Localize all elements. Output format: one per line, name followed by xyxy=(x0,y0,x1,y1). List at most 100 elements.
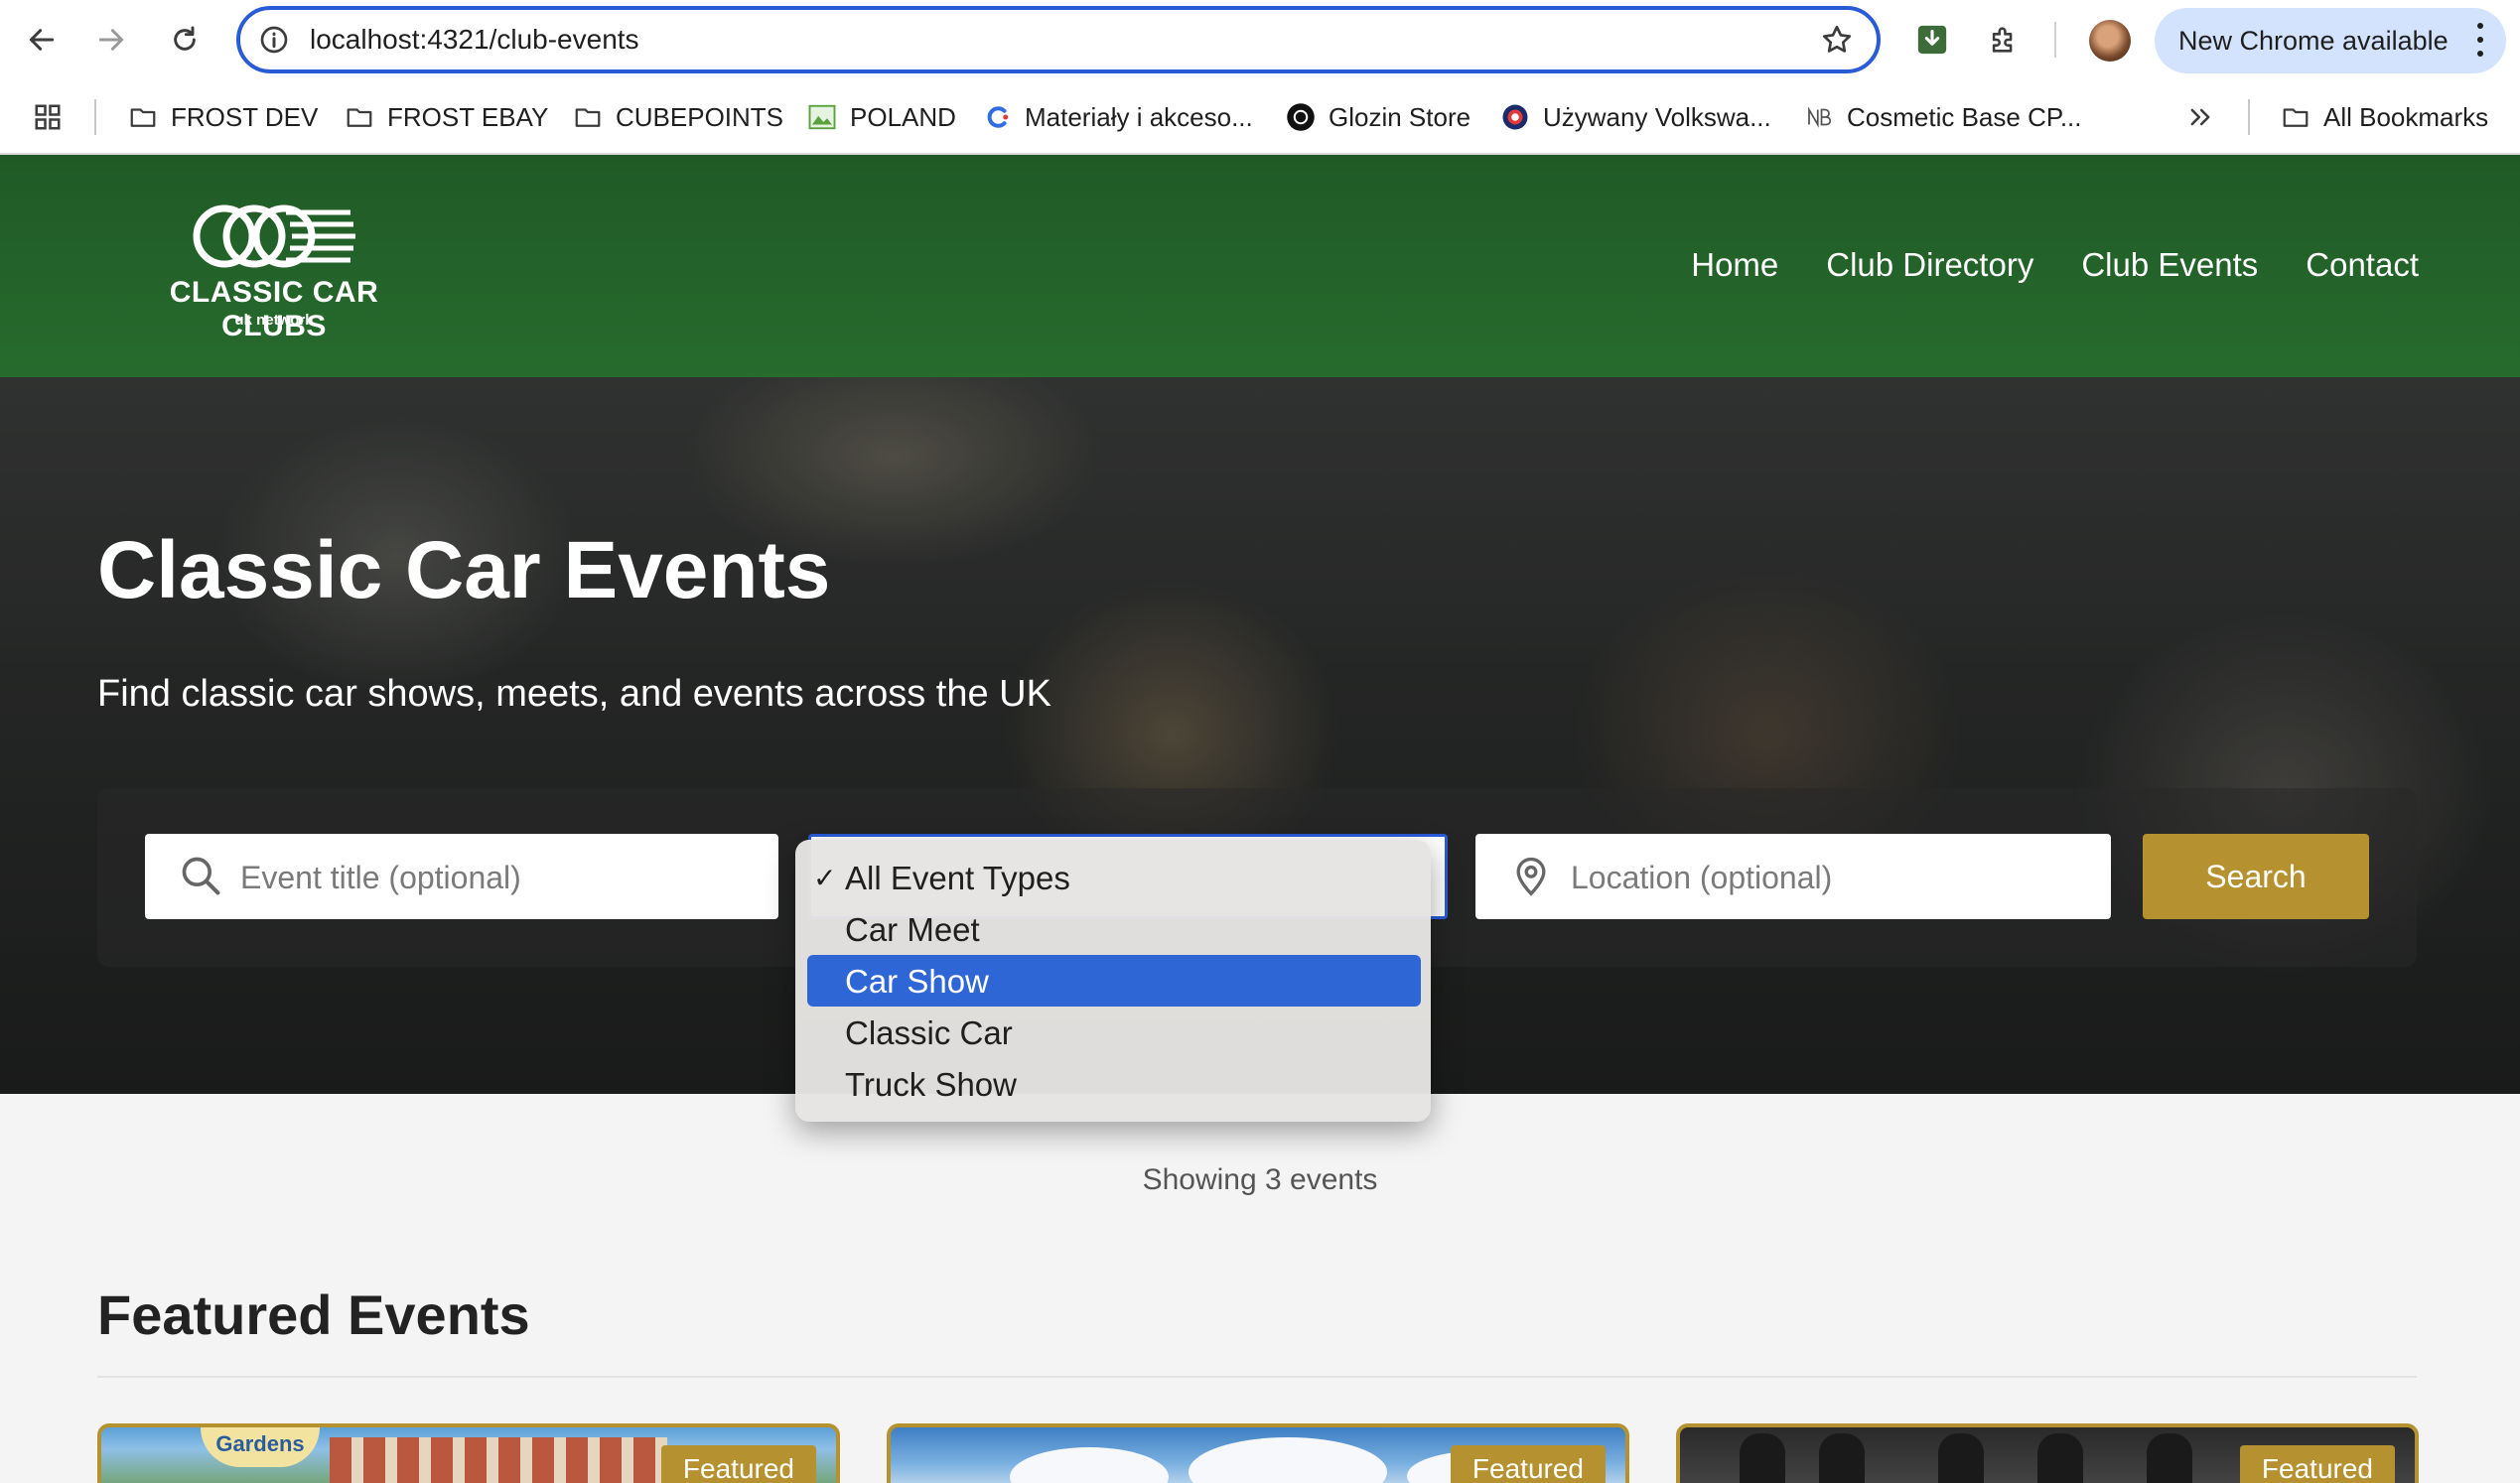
apps-grid-icon xyxy=(32,101,64,133)
event-type-dropdown: ✓ All Event Types Car Meet Car Show Clas… xyxy=(795,840,1431,1122)
site-favicon-icon xyxy=(1803,101,1835,133)
option-label: Classic Car xyxy=(845,1014,1013,1051)
all-bookmarks-label: All Bookmarks xyxy=(2323,101,2489,132)
event-card[interactable]: Gardens Featured xyxy=(97,1423,840,1483)
bookmark-frost-ebay[interactable]: FROST EBAY xyxy=(344,99,548,135)
download-extension-icon[interactable] xyxy=(1912,20,1952,60)
extensions-puzzle-icon[interactable] xyxy=(1984,20,2024,60)
card-image-sign: Gardens xyxy=(201,1427,320,1467)
map-pin-icon xyxy=(1516,857,1546,896)
arrow-left-icon xyxy=(29,29,55,51)
address-bar[interactable]: localhost:4321/club-events xyxy=(236,6,1881,73)
event-type-option-truck-show[interactable]: Truck Show xyxy=(807,1058,1421,1110)
logo-rings-icon xyxy=(193,204,355,268)
url-text[interactable]: localhost:4321/club-events xyxy=(310,24,639,56)
bookmark-uzywany-volkswagen[interactable]: Używany Volkswa... xyxy=(1499,99,1771,135)
event-type-option-classic-car[interactable]: Classic Car xyxy=(807,1007,1421,1058)
reload-icon xyxy=(174,26,196,51)
nav-club-directory[interactable]: Club Directory xyxy=(1826,246,2033,284)
bookmarks-divider xyxy=(94,99,96,135)
event-type-option-all[interactable]: ✓ All Event Types xyxy=(807,852,1421,903)
site-info-icon[interactable] xyxy=(258,24,290,56)
hero-title: Classic Car Events xyxy=(97,525,831,615)
site-header: CLASSIC CAR CLUBS uk network Home Club D… xyxy=(0,155,2520,377)
nav-home[interactable]: Home xyxy=(1691,246,1778,284)
card-image xyxy=(1010,1447,1169,1483)
option-label: Car Meet xyxy=(845,911,980,948)
forward-button[interactable] xyxy=(89,18,133,62)
card-image xyxy=(1740,1433,1785,1483)
card-image xyxy=(2147,1433,2192,1483)
search-icon xyxy=(182,857,220,895)
nav-club-events[interactable]: Club Events xyxy=(2081,246,2258,284)
event-card[interactable]: Featured xyxy=(887,1423,1629,1483)
card-image xyxy=(330,1437,667,1483)
logo-title: CLASSIC CAR CLUBS xyxy=(169,276,379,342)
image-icon xyxy=(806,101,838,133)
bookmark-frost-dev[interactable]: FROST DEV xyxy=(127,99,318,135)
logo-subtitle: uk network xyxy=(234,312,314,329)
bookmark-materialy[interactable]: Materiały i akceso... xyxy=(981,99,1253,135)
results-count: Showing 3 events xyxy=(1142,1163,1378,1196)
featured-badge: Featured xyxy=(660,1445,816,1483)
search-button[interactable]: Search xyxy=(2143,834,2369,919)
event-type-option-car-meet[interactable]: Car Meet xyxy=(807,903,1421,955)
section-divider xyxy=(97,1376,2417,1378)
event-title-input[interactable]: Event title (optional) xyxy=(145,834,778,919)
card-image xyxy=(1189,1437,1387,1483)
bookmark-star-icon[interactable] xyxy=(1819,22,1855,58)
bookmark-label: POLAND xyxy=(850,101,956,132)
profile-avatar[interactable] xyxy=(2089,20,2131,62)
site-logo[interactable]: CLASSIC CAR CLUBS uk network xyxy=(115,199,433,342)
update-label: New Chrome available xyxy=(2178,26,2449,56)
toolbar-divider xyxy=(2054,22,2056,58)
bookmark-label: Materiały i akceso... xyxy=(1025,101,1253,132)
site-favicon-icon xyxy=(1285,101,1317,133)
more-menu-icon[interactable] xyxy=(2476,20,2484,60)
bookmark-label: Cosmetic Base CP... xyxy=(1847,101,2082,132)
event-title-placeholder: Event title (optional) xyxy=(240,860,521,895)
reload-button[interactable] xyxy=(163,18,207,62)
back-button[interactable] xyxy=(20,18,64,62)
event-type-option-car-show[interactable]: Car Show xyxy=(807,955,1421,1007)
option-label: All Event Types xyxy=(845,860,1070,896)
apps-grid-button[interactable] xyxy=(32,99,64,135)
option-label: Truck Show xyxy=(845,1066,1017,1103)
bookmark-label: Glozin Store xyxy=(1329,101,1471,132)
site-favicon-icon xyxy=(1499,101,1531,133)
location-placeholder: Location (optional) xyxy=(1571,860,1833,895)
bookmark-label: FROST DEV xyxy=(171,101,319,132)
option-label: Car Show xyxy=(845,963,989,1000)
card-image xyxy=(2037,1433,2083,1483)
checkmark-icon: ✓ xyxy=(813,863,837,893)
event-card[interactable]: Featured xyxy=(1676,1423,2419,1483)
bookmark-label: Używany Volkswa... xyxy=(1543,101,1771,132)
nav-contact[interactable]: Contact xyxy=(2306,246,2419,284)
folder-icon xyxy=(344,101,375,133)
bookmark-label: FROST EBAY xyxy=(387,101,549,132)
bookmarks-bar: FROST DEV FROST EBAY CUBEPOINTS POLAND M… xyxy=(0,81,2520,155)
chevron-double-right-icon xyxy=(2184,101,2216,133)
browser-toolbar: localhost:4321/club-events New Chrome av… xyxy=(0,0,2520,81)
bookmark-cosmetic-base[interactable]: Cosmetic Base CP... xyxy=(1803,99,2082,135)
main-nav: Home Club Directory Club Events Contact xyxy=(1691,246,2419,284)
bookmark-poland[interactable]: POLAND xyxy=(806,99,956,135)
more-bookmarks-button[interactable] xyxy=(2184,99,2216,135)
featured-badge: Featured xyxy=(1450,1445,1606,1483)
bookmarks-divider xyxy=(2248,99,2250,135)
folder-icon xyxy=(2280,101,2311,133)
card-image xyxy=(1819,1433,1865,1483)
chrome-update-button[interactable]: New Chrome available xyxy=(2155,8,2506,73)
folder-icon xyxy=(572,101,604,133)
arrow-right-icon xyxy=(98,29,124,51)
folder-icon xyxy=(127,101,159,133)
bookmark-glozin-store[interactable]: Glozin Store xyxy=(1285,99,1470,135)
location-input[interactable]: Location (optional) xyxy=(1475,834,2111,919)
bookmark-label: CUBEPOINTS xyxy=(616,101,784,132)
bookmark-cubepoints[interactable]: CUBEPOINTS xyxy=(572,99,783,135)
featured-events-heading: Featured Events xyxy=(97,1283,530,1346)
hero-subtitle: Find classic car shows, meets, and event… xyxy=(97,673,1051,715)
card-image xyxy=(1938,1433,1984,1483)
featured-badge: Featured xyxy=(2239,1445,2395,1483)
all-bookmarks-button[interactable]: All Bookmarks xyxy=(2280,99,2488,135)
